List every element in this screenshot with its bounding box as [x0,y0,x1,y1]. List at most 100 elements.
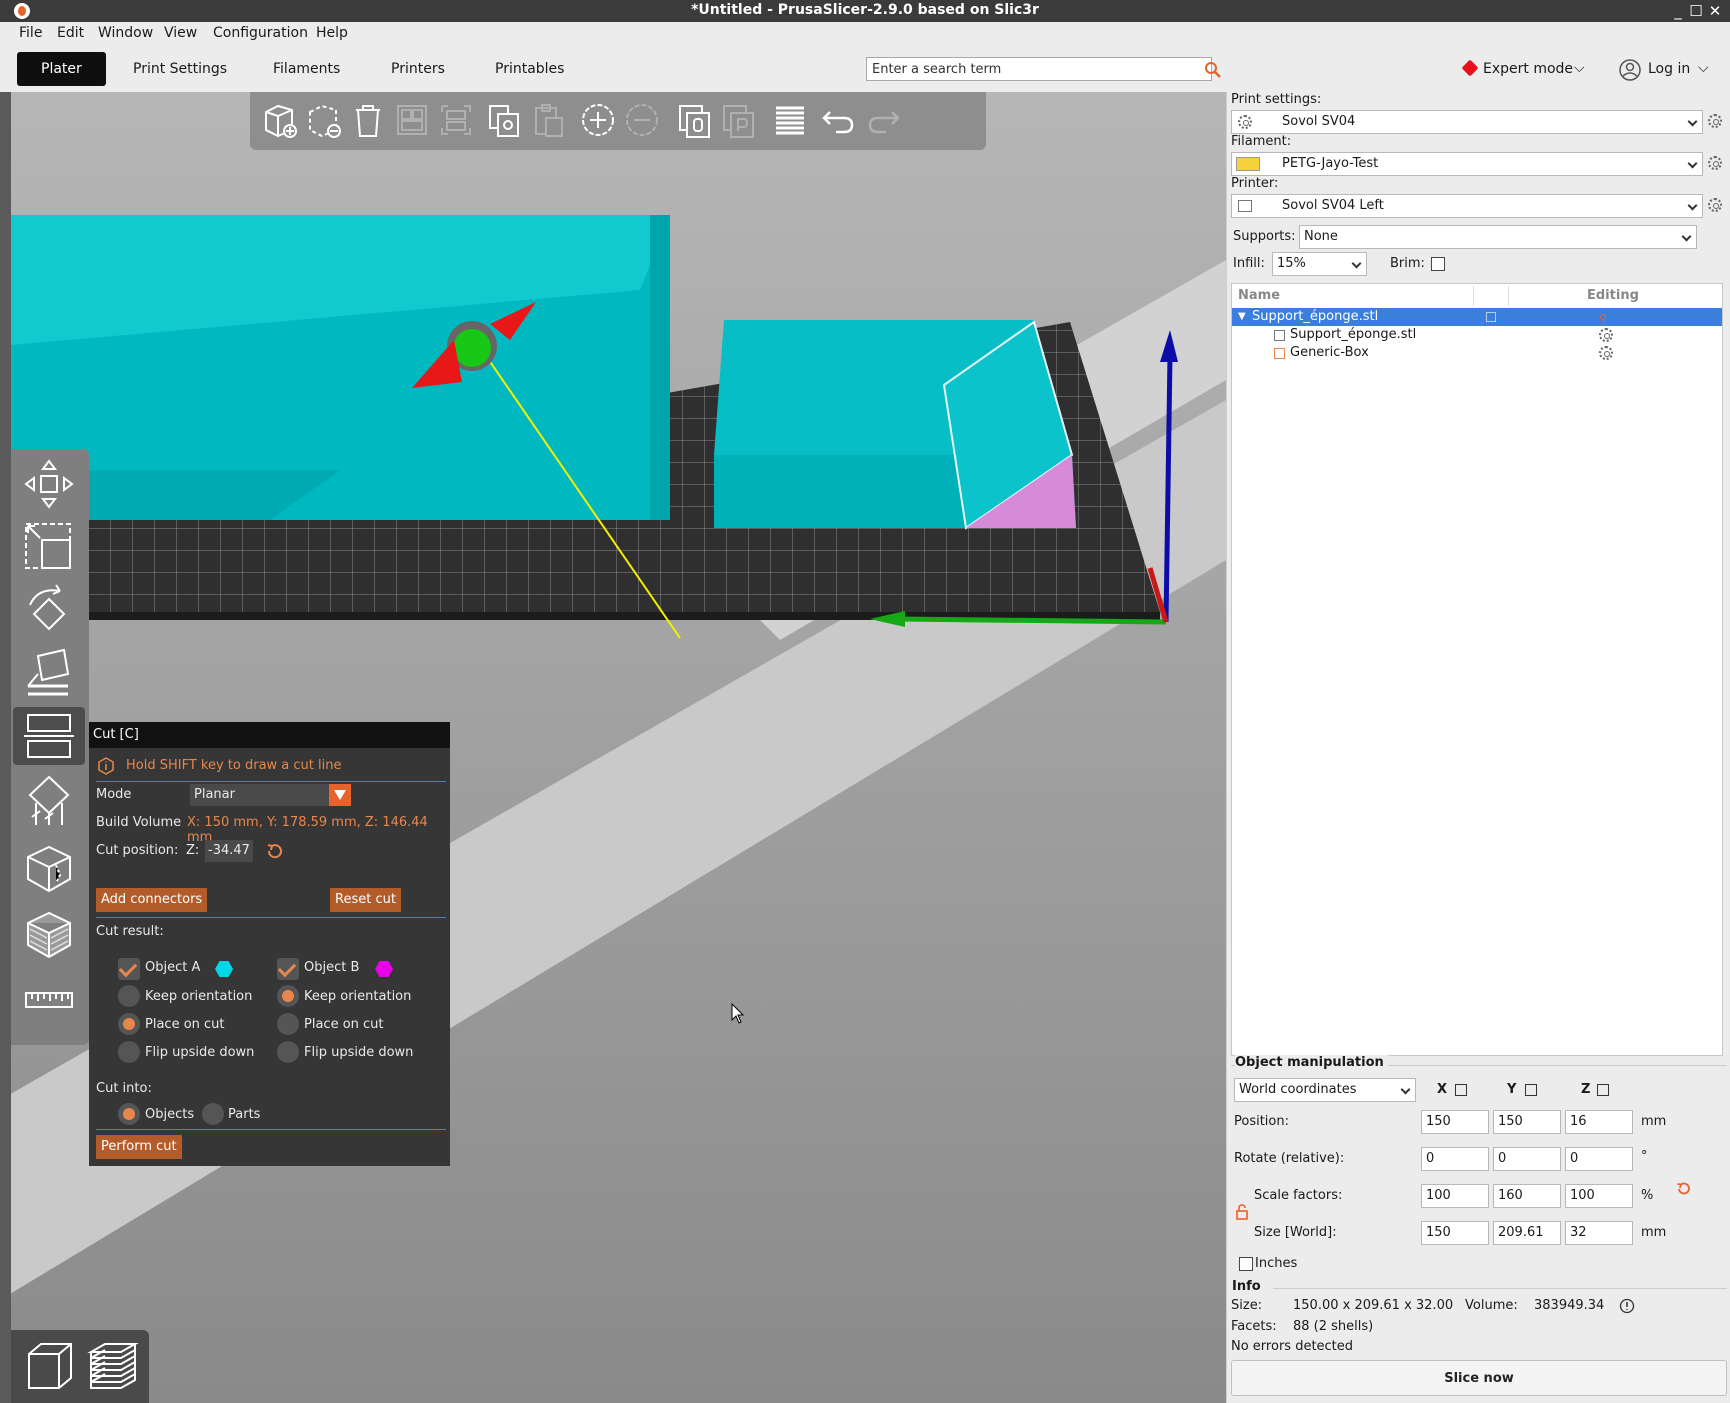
expand-arrow-icon[interactable]: ▼ [1238,308,1246,326]
size-y-input[interactable]: 209.61 [1493,1221,1561,1245]
arrange-button[interactable] [392,100,432,140]
rotate-y-input[interactable]: 0 [1493,1147,1561,1171]
delete-object-button[interactable] [304,100,344,140]
seam-paint-button[interactable] [20,839,78,897]
support-paint-button[interactable] [20,773,78,831]
settings-icon[interactable] [1599,346,1613,360]
edit-icon[interactable]: ⚲ [1599,310,1613,325]
tab-printables[interactable]: Printables [471,52,588,86]
close-icon[interactable]: ✕ [1705,1,1725,21]
layer-editing-button[interactable] [770,100,810,140]
size-x-input[interactable]: 150 [1421,1221,1489,1245]
add-instance-button[interactable] [578,100,618,140]
perform-cut-button[interactable]: Perform cut [96,1135,182,1159]
rotate-z-input[interactable]: 0 [1565,1147,1633,1171]
menu-window[interactable]: Window [98,25,153,41]
menu-configuration[interactable]: Configuration [213,25,308,41]
scale-tool-button[interactable] [20,518,78,576]
cut-position-input[interactable]: -34.47 [205,840,253,862]
name-column-header[interactable]: Name [1238,284,1280,308]
printer-select[interactable]: Sovol SV04 Left [1231,194,1703,218]
move-tool-button[interactable] [20,455,78,513]
undo-button[interactable] [818,100,858,140]
minimize-icon[interactable]: _ [1668,1,1688,21]
remove-instance-button[interactable] [622,100,662,140]
edit-printer-icon[interactable] [1708,198,1722,212]
position-z-input[interactable]: 16 [1565,1110,1633,1134]
cut-tool-button[interactable] [13,707,85,765]
object-row[interactable]: Generic-Box [1232,344,1722,362]
expert-mode-label[interactable]: Expert mode [1483,61,1573,77]
object-row[interactable]: ▼ Support_éponge.stl ⚲ [1232,308,1722,326]
3d-view-button[interactable] [19,1336,79,1396]
inches-checkbox[interactable] [1239,1257,1253,1271]
object-b-checkbox[interactable] [277,958,299,980]
tab-printers[interactable]: Printers [367,52,469,86]
cut-into-objects-radio[interactable] [118,1103,140,1125]
slice-now-button[interactable]: Slice now [1231,1360,1727,1396]
scale-y-input[interactable]: 160 [1493,1184,1561,1208]
place-on-face-button[interactable] [20,644,78,702]
a-place-on-cut-radio[interactable] [118,1013,140,1035]
edit-filament-icon[interactable] [1708,156,1722,170]
print-settings-select[interactable]: Sovol SV04 [1231,110,1703,134]
redo-button[interactable] [864,100,904,140]
login-label[interactable]: Log in [1648,61,1690,77]
b-flip-upside-down-radio[interactable] [277,1041,299,1063]
b-place-on-cut-radio[interactable] [277,1013,299,1035]
settings-icon[interactable] [1599,328,1613,342]
chevron-down-icon[interactable]: ⌵ [1698,60,1709,76]
split-parts-button[interactable] [718,100,758,140]
reset-scale-icon[interactable] [1675,1180,1693,1198]
drop-to-bed-icon[interactable] [1455,1084,1467,1096]
cut-gizmo-center[interactable] [453,329,491,367]
rotate-tool-button[interactable] [20,581,78,639]
size-z-input[interactable]: 32 [1565,1221,1633,1245]
unlock-icon[interactable] [1235,1204,1249,1220]
coordinates-select[interactable]: World coordinates [1234,1078,1416,1102]
rotate-x-input[interactable]: 0 [1421,1147,1489,1171]
a-keep-orientation-radio[interactable] [118,985,140,1007]
tab-filaments[interactable]: Filaments [249,52,364,86]
filament-select[interactable]: PETG-Jayo-Test [1231,152,1703,176]
supports-select[interactable]: None [1299,225,1697,249]
mode-select[interactable]: Planar [190,784,351,806]
preview-button[interactable] [83,1336,143,1396]
add-object-button[interactable] [260,100,300,140]
mode-dropdown-icon[interactable] [329,784,351,806]
scale-z-input[interactable]: 100 [1565,1184,1633,1208]
measure-tool-button[interactable] [20,971,78,1029]
menu-file[interactable]: File [19,25,42,41]
arrange-selection-button[interactable] [436,100,476,140]
position-y-input[interactable]: 150 [1493,1110,1561,1134]
chevron-down-icon[interactable]: ⌵ [1574,60,1585,76]
infill-select[interactable]: 15% [1272,252,1367,276]
add-connectors-button[interactable]: Add connectors [96,888,208,912]
tab-print-settings[interactable]: Print Settings [109,52,251,86]
drop-to-bed-icon[interactable] [1597,1084,1609,1096]
object-a-checkbox[interactable] [118,958,140,980]
cut-into-parts-radio[interactable] [202,1103,224,1125]
reset-rotation-icon[interactable] [265,841,285,861]
warning-info-icon[interactable] [1619,1298,1635,1314]
tab-plater[interactable]: Plater [17,52,106,86]
b-keep-orientation-radio[interactable] [277,985,299,1007]
position-x-input[interactable]: 150 [1421,1110,1489,1134]
maximize-icon[interactable]: ☐ [1686,1,1706,21]
reset-cut-button[interactable]: Reset cut [330,888,401,912]
split-objects-button[interactable] [674,100,714,140]
a-flip-upside-down-radio[interactable] [118,1041,140,1063]
object-row[interactable]: Support_éponge.stl [1232,326,1722,344]
fuzzy-skin-button[interactable] [20,905,78,963]
menu-edit[interactable]: Edit [57,25,84,41]
edit-print-settings-icon[interactable] [1708,114,1722,128]
drop-to-bed-icon[interactable] [1525,1084,1537,1096]
user-icon[interactable] [1618,58,1642,82]
brim-checkbox[interactable] [1431,257,1445,271]
delete-all-button[interactable] [348,100,388,140]
search-input[interactable] [867,58,1207,80]
paste-button[interactable] [528,100,568,140]
menu-view[interactable]: View [164,25,197,41]
copy-button[interactable] [484,100,524,140]
search-icon[interactable] [1204,61,1222,79]
